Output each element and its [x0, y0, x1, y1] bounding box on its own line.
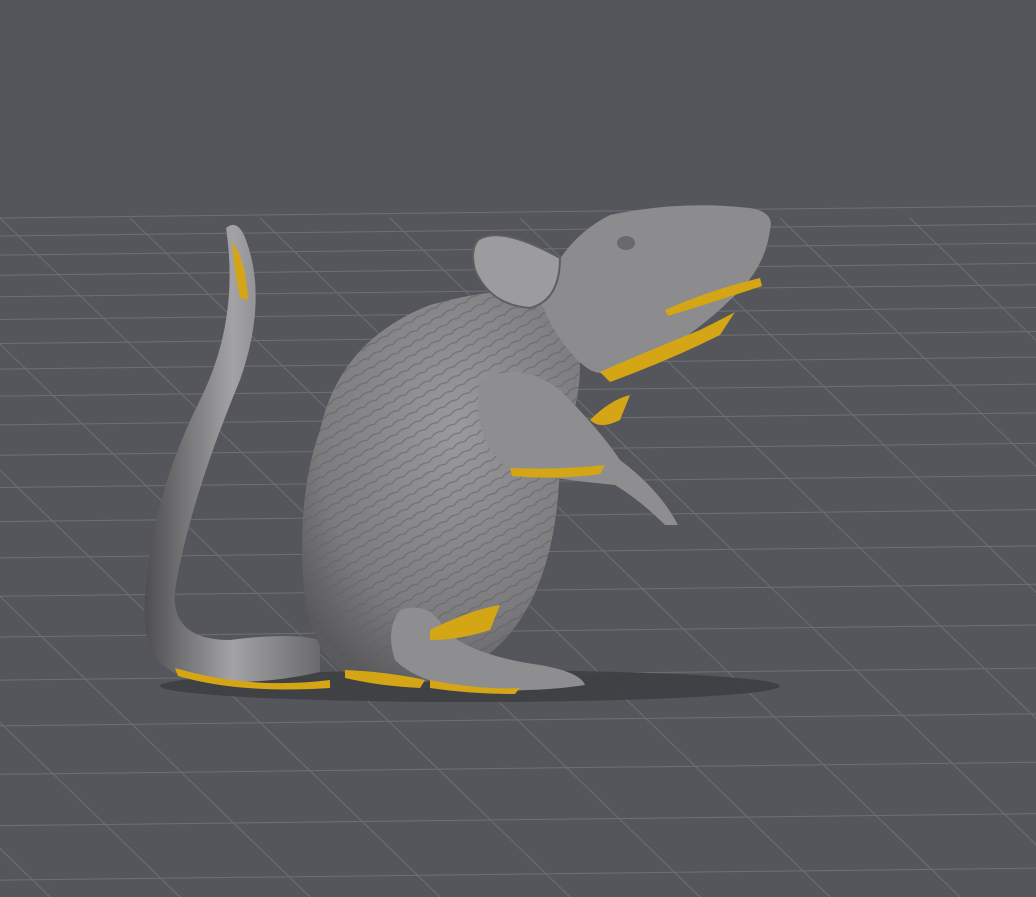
- grid-line-diagonal: [779, 217, 1036, 468]
- grid-line-diagonal: [909, 217, 1036, 341]
- viewport-canvas[interactable]: [0, 0, 1036, 897]
- grid-line-horizontal: [0, 867, 1036, 881]
- grid-line-horizontal: [0, 223, 1036, 237]
- grid-line-horizontal: [0, 761, 1036, 775]
- rat-eye: [617, 236, 635, 250]
- grid-line-horizontal: [0, 205, 1036, 219]
- 3d-viewport[interactable]: [0, 0, 1036, 897]
